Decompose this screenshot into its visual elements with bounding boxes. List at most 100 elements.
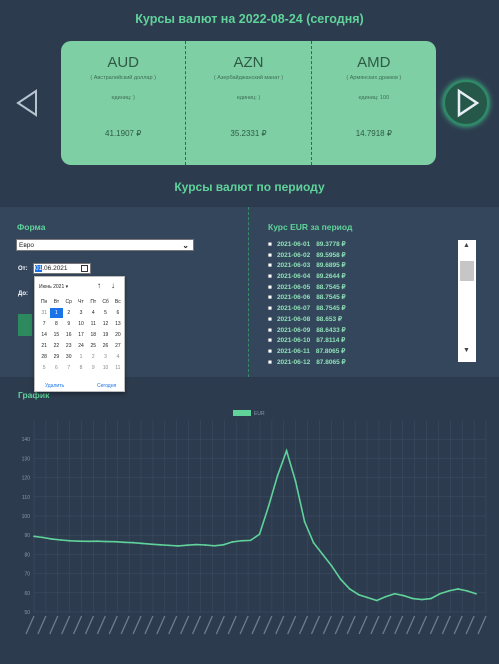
data-point	[78, 540, 81, 543]
day-cell[interactable]: 5	[38, 363, 50, 373]
next-arrow-button[interactable]	[443, 80, 489, 126]
day-cell[interactable]: 24	[75, 341, 87, 351]
rate-list-item: ■ 2021-06-01 89.3778 ₽	[268, 240, 454, 251]
from-date-input[interactable]: 01.06.2021	[33, 263, 91, 274]
day-cell[interactable]: 19	[99, 330, 111, 340]
data-point	[222, 543, 225, 546]
rate-list-item: ■ 2021-06-09 88.6433 ₽	[268, 326, 454, 337]
x-tick-label	[191, 615, 202, 635]
data-point	[114, 540, 117, 543]
day-cell[interactable]: 14	[38, 330, 50, 340]
day-cell[interactable]: 27	[112, 341, 124, 351]
rate-date: 2021-06-11	[276, 347, 310, 355]
day-cell[interactable]: 8	[50, 319, 62, 329]
legend-label[interactable]: EUR	[254, 411, 265, 417]
data-point	[303, 520, 306, 523]
submit-button[interactable]	[18, 314, 32, 336]
scroll-down-icon[interactable]: ▼	[463, 347, 470, 354]
day-cell[interactable]: 22	[50, 341, 62, 351]
rate-value: 89.2644 ₽	[316, 273, 346, 281]
day-cell[interactable]: 7	[63, 363, 75, 373]
rates-scrollbar[interactable]: ▲ ▼	[458, 240, 476, 362]
from-date-rest: .06.2021	[42, 265, 68, 272]
day-cell[interactable]: 28	[38, 352, 50, 362]
picker-clear-button[interactable]: Удалить	[45, 383, 64, 389]
data-point	[285, 449, 288, 452]
rates-list[interactable]: ■ 2021-06-01 89.3778 ₽ ■ 2021-06-02 89.5958 ₽…	[268, 240, 454, 370]
data-point	[448, 589, 450, 592]
y-tick-label: 70	[24, 572, 30, 578]
day-cell[interactable]: 3	[75, 308, 87, 318]
day-cell[interactable]: 26	[99, 341, 111, 351]
data-point	[366, 596, 369, 599]
day-cell[interactable]: 2	[87, 352, 99, 362]
day-cell[interactable]: 15	[50, 330, 62, 340]
day-cell[interactable]: 10	[75, 319, 87, 329]
x-tick-label	[417, 615, 428, 635]
data-point	[150, 543, 153, 546]
x-tick-label	[334, 615, 344, 635]
y-tick-label: 120	[22, 476, 31, 482]
x-tick-label	[108, 615, 118, 635]
x-tick-label	[72, 615, 83, 635]
day-cell[interactable]: 2	[63, 308, 75, 318]
day-cell[interactable]: 1	[75, 352, 87, 362]
arrow-down-icon[interactable]: ↓	[111, 281, 115, 290]
day-cell[interactable]: 1	[50, 308, 63, 318]
day-cell[interactable]: 6	[112, 308, 124, 318]
day-cell[interactable]: 18	[87, 330, 99, 340]
y-tick-label: 90	[24, 533, 30, 539]
day-cell[interactable]: 29	[50, 352, 62, 362]
day-cell[interactable]: 30	[63, 352, 75, 362]
day-cell[interactable]: 3	[99, 352, 111, 362]
data-point	[51, 538, 53, 540]
calendar-icon[interactable]	[81, 265, 88, 272]
day-cell[interactable]: 8	[75, 363, 87, 373]
day-cell[interactable]: 5	[99, 308, 111, 318]
x-tick-label	[275, 615, 285, 635]
day-cell[interactable]: 31	[38, 308, 50, 318]
day-cell[interactable]: 25	[87, 341, 99, 351]
x-tick-label	[61, 615, 71, 635]
to-label: До:	[18, 291, 29, 297]
y-tick-label: 50	[24, 610, 30, 616]
x-tick-label	[49, 615, 59, 635]
data-point	[402, 594, 405, 597]
currency-cards: AUD ( Австралийский доллар ) единиц: ) 4…	[61, 41, 436, 165]
day-cell[interactable]: 11	[87, 319, 99, 329]
day-cell[interactable]: 12	[99, 319, 111, 329]
rates-label: Курс EUR за период	[268, 222, 353, 232]
day-cell[interactable]: 4	[112, 352, 124, 362]
picker-today-button[interactable]: Сегодня	[97, 383, 116, 389]
day-cell[interactable]: 6	[50, 363, 62, 373]
x-tick-label	[406, 615, 416, 635]
day-cell[interactable]: 10	[99, 363, 111, 373]
day-cell[interactable]: 9	[87, 363, 99, 373]
day-cell[interactable]: 17	[75, 330, 87, 340]
prev-arrow-button[interactable]	[14, 88, 40, 118]
day-cell[interactable]: 16	[63, 330, 75, 340]
day-cell[interactable]: 21	[38, 341, 50, 351]
day-cell[interactable]: 7	[38, 319, 50, 329]
arrow-up-icon[interactable]: ↑	[97, 281, 101, 290]
day-cell[interactable]: 4	[87, 308, 99, 318]
bullet-icon: ■	[268, 305, 272, 313]
x-tick-label	[132, 615, 142, 635]
day-cell[interactable]: 9	[63, 319, 75, 329]
rate-date: 2021-06-03	[276, 262, 311, 270]
day-cell[interactable]: 23	[63, 341, 75, 351]
day-cell[interactable]: 11	[112, 363, 124, 373]
scroll-up-icon[interactable]: ▲	[463, 242, 470, 249]
data-point	[87, 540, 90, 543]
weekday-label: Пн	[40, 299, 48, 305]
legend-swatch[interactable]	[233, 410, 251, 416]
scroll-thumb[interactable]	[460, 261, 474, 281]
rate-list-item: ■ 2021-06-02 89.5958 ₽	[268, 251, 454, 262]
rate-date: 2021-06-12	[276, 358, 311, 366]
day-cell[interactable]: 20	[112, 330, 124, 340]
picker-month[interactable]: Июнь 2021 ▾	[39, 284, 68, 290]
rate-list-item: ■ 2021-06-06 88.7545 ₽	[268, 293, 454, 304]
data-point	[177, 545, 180, 547]
day-cell[interactable]: 13	[112, 319, 124, 329]
currency-select[interactable]: Евро ⌄	[16, 239, 194, 251]
